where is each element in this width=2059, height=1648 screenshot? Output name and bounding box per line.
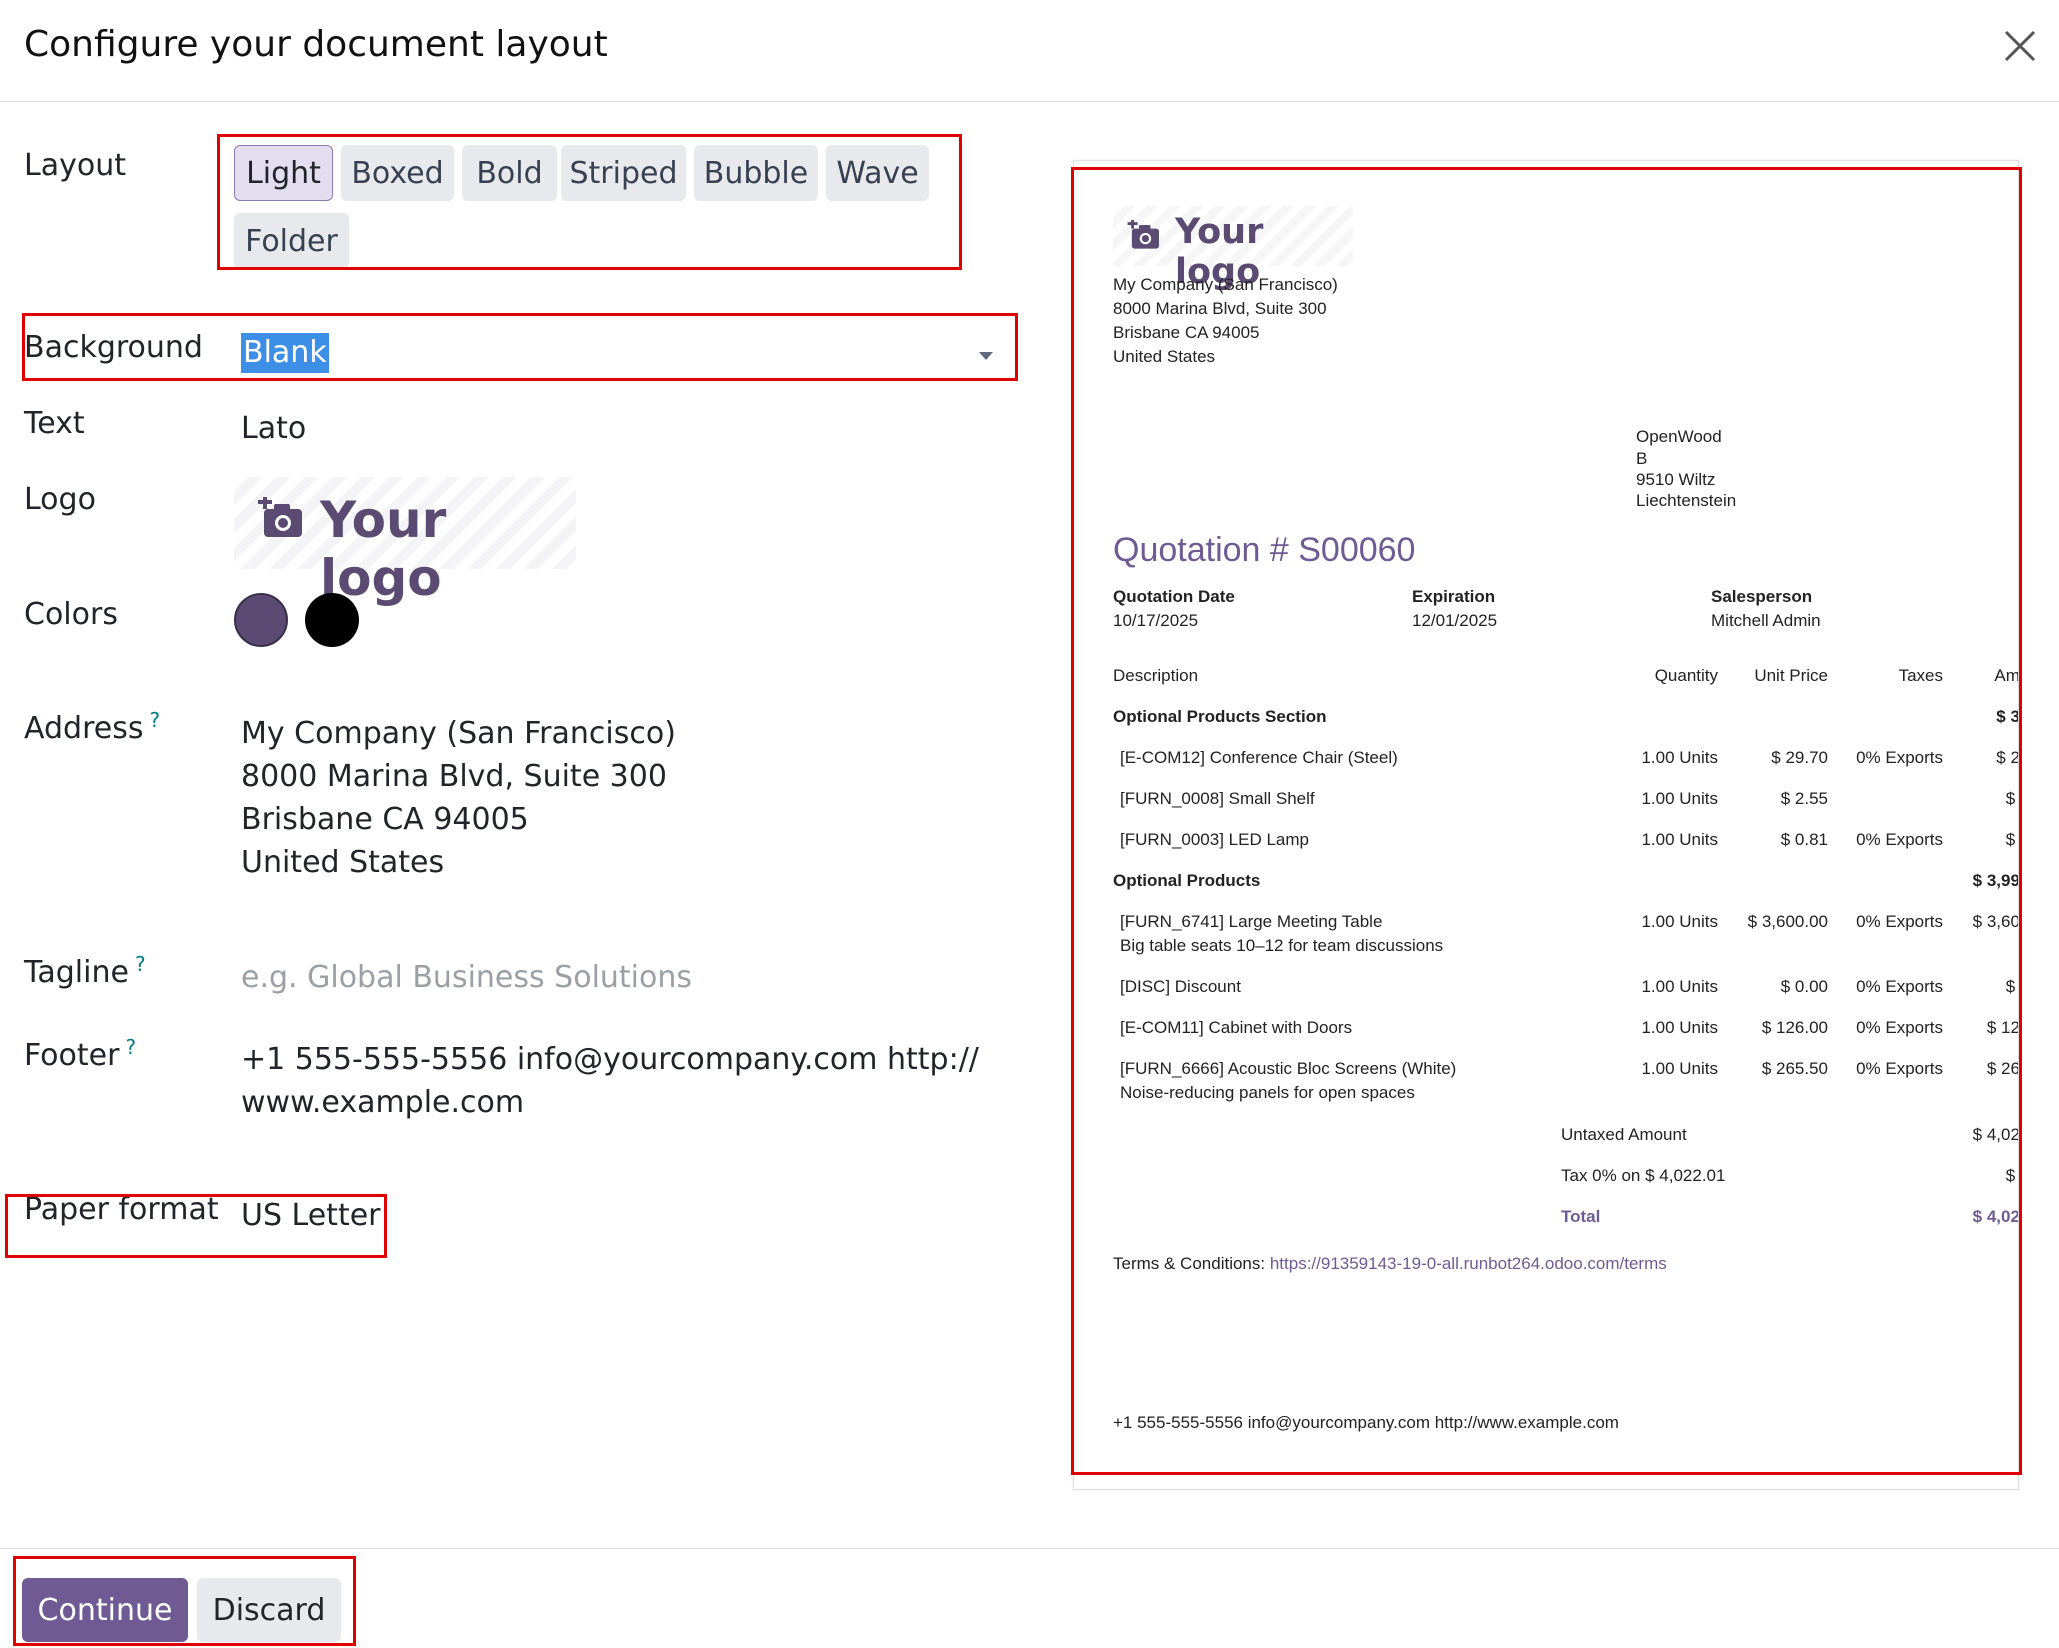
continue-button[interactable]: Continue <box>22 1578 188 1642</box>
dialog-header: Configure your document layout <box>0 0 2059 102</box>
preview-company-line: My Company (San Francisco) <box>1113 275 1338 294</box>
tagline-label: Tagline? <box>24 952 146 990</box>
address-label: Address? <box>24 708 161 746</box>
layout-option-folder[interactable]: Folder <box>234 213 349 269</box>
preview-info-label: Quotation Date <box>1113 587 1235 606</box>
preview-cell: $ 3,600.00 <box>1972 912 2019 931</box>
preview-section-amount: $ 33.06 <box>1996 707 2019 726</box>
address-line: Brisbane CA 94005 <box>241 802 529 837</box>
background-label: Background <box>24 330 203 365</box>
preview-column-header: Description <box>1113 666 1199 685</box>
preview-footer: +1 555-555-5556 info@yourcompany.com htt… <box>1113 1413 1619 1432</box>
layout-option-wave[interactable]: Wave <box>826 145 929 201</box>
footer-text-line[interactable]: www.example.com <box>241 1085 524 1120</box>
dialog-title: Configure your document layout <box>24 24 608 65</box>
table-row: [FURN_0003] LED Lamp <box>1120 830 1309 849</box>
logo-text: Your logo <box>320 491 447 607</box>
address-line: United States <box>241 845 445 880</box>
layout-option-boxed[interactable]: Boxed <box>341 145 454 201</box>
layout-option-striped[interactable]: Striped <box>561 145 686 201</box>
preview-section-row: Optional Products <box>1113 871 1261 890</box>
preview-cell: $ 0.81 <box>2005 830 2018 849</box>
tagline-input[interactable]: e.g. Global Business Solutions <box>241 960 692 995</box>
preview-info-label: Expiration <box>1412 587 1496 606</box>
preview-section-row: Optional Products Section <box>1113 707 1327 726</box>
table-row-note: Noise-reducing panels for open spaces <box>1120 1083 1415 1102</box>
preview-cell: $ 126.00 <box>1986 1018 2019 1037</box>
table-row: [E-COM12] Conference Chair (Steel) <box>1120 748 1398 767</box>
preview-cell: $ 2.55 <box>1780 789 1828 808</box>
preview-customer-line: 9510 Wiltz <box>1636 470 1716 489</box>
background-value: Blank <box>241 333 329 373</box>
preview-grand-total-label: Total <box>1561 1207 1601 1226</box>
preview-terms: Terms & Conditions: https://91359143-19-… <box>1113 1254 1667 1273</box>
preview-info-value: 10/17/2025 <box>1113 611 1199 630</box>
colors-label: Colors <box>24 597 118 632</box>
table-row: [FURN_6741] Large Meeting Table <box>1120 912 1383 931</box>
layout-option-bold[interactable]: Bold <box>462 145 557 201</box>
preview-total-label: Untaxed Amount <box>1561 1125 1687 1144</box>
preview-section-amount: $ 3,991.50 <box>1972 871 2019 890</box>
preview-logo: Your logo <box>1113 206 1353 292</box>
table-row: [DISC] Discount <box>1120 977 1241 996</box>
text-label: Text <box>24 406 85 441</box>
preview-column-header: Amount <box>1994 666 2019 685</box>
help-icon[interactable]: ? <box>125 1035 136 1059</box>
preview-cell: $ 0.00 <box>2005 977 2018 996</box>
background-select[interactable]: Blank <box>241 333 1001 377</box>
paper-format-value[interactable]: US Letter <box>241 1198 381 1233</box>
table-row-note: Big table seats 10–12 for team discussio… <box>1120 936 1444 955</box>
preview-info-value: Mitchell Admin <box>1711 611 1821 630</box>
preview-grand-total-value: $ 4,024.56 <box>1972 1207 2019 1226</box>
help-icon[interactable]: ? <box>149 708 160 732</box>
table-row: [FURN_6666] Acoustic Bloc Screens (White… <box>1120 1059 1457 1078</box>
table-row: [FURN_0008] Small Shelf <box>1120 789 1315 808</box>
preview-total-value: $ 0.00 <box>2005 1166 2018 1185</box>
preview-cell: $ 29.70 <box>1996 748 2019 767</box>
preview-cell: $ 265.50 <box>1986 1059 2019 1078</box>
camera-add-icon <box>258 495 304 543</box>
table-row: [E-COM11] Cabinet with Doors <box>1120 1018 1353 1037</box>
preview-customer-line: Liechtenstein <box>1636 491 1737 510</box>
layout-option-light[interactable]: Light <box>234 145 333 201</box>
preview-company-line: 8000 Marina Blvd, Suite 300 <box>1113 299 1327 318</box>
discard-button[interactable]: Discard <box>197 1578 341 1642</box>
layout-option-bubble[interactable]: Bubble <box>694 145 818 201</box>
primary-color-swatch[interactable] <box>234 593 288 647</box>
address-line: 8000 Marina Blvd, Suite 300 <box>241 759 667 794</box>
preview-total-value: $ 4,024.56 <box>1972 1125 2019 1144</box>
logo-label: Logo <box>24 482 96 517</box>
document-preview: Your logo My Company (San Francisco) 800… <box>1073 160 2019 1490</box>
camera-add-icon <box>1127 218 1161 255</box>
preview-customer-line: B <box>1636 449 1648 468</box>
help-icon[interactable]: ? <box>135 952 146 976</box>
paper-format-label: Paper format <box>24 1192 219 1227</box>
footer-text-line[interactable]: +1 555-555-5556 info@yourcompany.com htt… <box>241 1042 979 1077</box>
address-line: My Company (San Francisco) <box>241 716 676 751</box>
preview-company-line: Brisbane CA 94005 <box>1113 323 1260 342</box>
close-icon[interactable] <box>1996 22 2044 70</box>
preview-cell: $ 2.55 <box>2005 789 2018 808</box>
layout-label: Layout <box>24 148 126 183</box>
preview-info-value: 12/01/2025 <box>1412 611 1498 630</box>
preview-title: Quotation # S00060 <box>1113 531 1416 569</box>
preview-company-line: United States <box>1113 347 1216 366</box>
preview-total-label: Tax 0% on $ 4,022.01 <box>1561 1166 1726 1185</box>
secondary-color-swatch[interactable] <box>305 593 359 647</box>
preview-terms-link[interactable]: https://91359143-19-0-all.runbot264.odoo… <box>1270 1254 1667 1273</box>
chevron-down-icon <box>979 352 993 360</box>
footer-label: Footer? <box>24 1035 137 1073</box>
text-font-value[interactable]: Lato <box>241 411 306 446</box>
preview-customer-line: OpenWood <box>1636 427 1722 446</box>
logo-upload[interactable]: Your logo <box>234 477 576 607</box>
preview-info-label: Salesperson <box>1711 587 1813 606</box>
